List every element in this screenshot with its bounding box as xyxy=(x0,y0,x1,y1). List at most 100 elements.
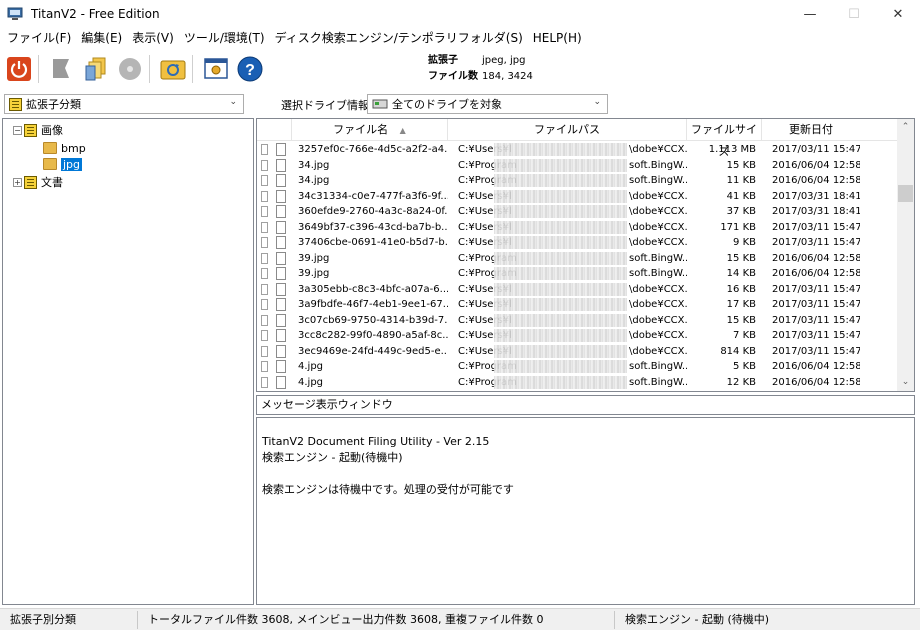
table-row[interactable]: 3257ef0c-766e-4d5c-a2f2-a4... C:¥Users¥l \… xyxy=(257,142,898,158)
status-engine: 検索エンジン - 起動 (待機中) xyxy=(625,612,770,626)
table-row[interactable]: 360efde9-2760-4a3c-8a24-0f... C:¥Users¥l \… xyxy=(257,204,898,220)
file-name: 3257ef0c-766e-4d5c-a2f2-a4... xyxy=(298,144,448,155)
file-name: 37406cbe-0691-41e0-b5d7-b... xyxy=(298,237,448,248)
file-size: 1.113 MB xyxy=(708,144,756,155)
table-row[interactable]: 4.jpg C:¥Program soft.BingW... 5 KB 2016/06/… xyxy=(257,359,898,375)
table-row[interactable]: 34.jpg C:¥Program soft.BingW... 11 KB 2016/0… xyxy=(257,173,898,189)
table-row[interactable]: 3c07cb69-9750-4314-b39d-7... C:¥Users¥l \d… xyxy=(257,313,898,329)
sort-ascending-icon: ▲ xyxy=(399,126,406,135)
checkbox-icon[interactable] xyxy=(257,189,276,205)
checkbox-icon[interactable] xyxy=(257,173,276,189)
column-header-icons[interactable] xyxy=(257,119,292,141)
file-date: 2017/03/11 15:47 xyxy=(772,144,860,155)
checkbox-icon[interactable] xyxy=(257,359,276,375)
file-date: 2016/06/04 12:58 xyxy=(772,159,860,171)
file-size: 7 KB xyxy=(733,330,756,341)
close-button[interactable]: ✕ xyxy=(876,0,920,28)
checkbox-icon[interactable] xyxy=(257,142,276,158)
collapse-icon[interactable]: − xyxy=(13,125,22,135)
file-path: C:¥Users¥l\dobe¥CCX... xyxy=(448,235,687,251)
bookmark-button[interactable] xyxy=(47,54,77,84)
scroll-thumb[interactable] xyxy=(898,185,913,202)
checkbox-icon[interactable] xyxy=(257,297,276,313)
file-stack-button[interactable] xyxy=(81,54,111,84)
file-size: 814 KB xyxy=(720,345,756,357)
table-row[interactable]: 3ec9469e-24fd-449c-9ed5-e... C:¥Users¥l \d… xyxy=(257,344,898,360)
menu-help[interactable]: HELP(H) xyxy=(528,28,587,48)
table-row[interactable]: 34.jpg C:¥Program soft.BingW... 15 KB 2016/0… xyxy=(257,158,898,174)
list-header: ファイル名 ▲ ファイルパス ファイルサイズ 更新日付 xyxy=(257,119,898,158)
menu-view[interactable]: 表示(V) xyxy=(127,28,179,48)
checkbox-icon[interactable] xyxy=(257,328,276,344)
column-header-path[interactable]: ファイルパス xyxy=(448,119,687,141)
table-row[interactable]: 3a305ebb-c8c3-4bfc-a07a-6... C:¥Users¥l \d… xyxy=(257,282,898,298)
tree-node-label: jpg xyxy=(61,157,83,171)
table-row[interactable]: 37406cbe-0691-41e0-b5d7-b... C:¥Users¥l \d… xyxy=(257,235,898,251)
tree-node-bmp[interactable]: bmp xyxy=(43,140,86,156)
scroll-up-icon[interactable]: ⌃ xyxy=(897,119,914,136)
tree-node-jpg[interactable]: jpg xyxy=(43,156,83,172)
refresh-folder-button[interactable] xyxy=(158,54,188,84)
file-path: C:¥Program soft.BingW... xyxy=(448,375,687,391)
file-stack-icon xyxy=(85,57,106,81)
checkbox-icon[interactable] xyxy=(257,282,276,298)
tree-node-documents[interactable]: + 文書 xyxy=(13,174,63,190)
file-size: 41 KB xyxy=(726,190,756,202)
document-icon xyxy=(276,204,292,220)
checkbox-icon[interactable] xyxy=(257,266,276,282)
checkbox-icon[interactable] xyxy=(257,251,276,267)
checkbox-icon[interactable] xyxy=(257,204,276,220)
menu-disk-search[interactable]: ディスク検索エンジン/テンポラリフォルダ(S) xyxy=(270,28,528,48)
table-row[interactable]: 34c31334-c0e7-477f-a3f6-9f... C:¥Users¥l \… xyxy=(257,189,898,205)
scroll-down-icon[interactable]: ⌄ xyxy=(897,374,914,391)
checkbox-icon[interactable] xyxy=(257,235,276,251)
drive-select[interactable]: 全てのドライブを対象 ⌄ xyxy=(367,94,608,114)
checkbox-icon[interactable] xyxy=(257,158,276,174)
list-rows: 3257ef0c-766e-4d5c-a2f2-a4... C:¥Users¥l \… xyxy=(257,142,898,390)
table-row[interactable]: 3a9fbdfe-46f7-4eb1-9ee1-67... C:¥Users¥l \… xyxy=(257,297,898,313)
file-name: 39.jpg xyxy=(298,252,330,264)
column-header-name-label: ファイル名 xyxy=(333,123,389,136)
classification-select[interactable]: 拡張子分類 ⌄ xyxy=(4,94,244,114)
category-icon xyxy=(9,97,22,111)
settings-window-button[interactable] xyxy=(201,54,231,84)
menu-tools[interactable]: ツール/環境(T) xyxy=(179,28,270,48)
power-button[interactable] xyxy=(4,54,34,84)
help-button[interactable]: ? xyxy=(235,54,265,84)
document-icon xyxy=(276,313,292,329)
file-list: ファイル名 ▲ ファイルパス ファイルサイズ 更新日付 3257ef0c-766… xyxy=(256,118,915,392)
column-header-size[interactable]: ファイルサイズ xyxy=(687,119,762,158)
table-row[interactable]: 4.jpg C:¥Program soft.BingW... 12 KB 2016/06… xyxy=(257,375,898,391)
bookmark-icon xyxy=(53,59,69,78)
expand-icon[interactable]: + xyxy=(13,177,22,187)
refresh-folder-icon xyxy=(160,60,186,80)
column-header-date[interactable]: 更新日付 xyxy=(762,119,860,141)
vertical-scrollbar[interactable]: ⌃ ⌄ xyxy=(897,119,914,391)
redacted-path-segment xyxy=(494,158,627,172)
document-icon xyxy=(276,173,292,189)
power-icon xyxy=(7,57,31,81)
tree-node-images[interactable]: − 画像 xyxy=(13,122,63,138)
checkbox-icon[interactable] xyxy=(257,344,276,360)
file-count-value: 184, 3424 xyxy=(482,70,533,82)
checkbox-icon[interactable] xyxy=(257,313,276,329)
checkbox-icon[interactable] xyxy=(257,375,276,391)
redacted-path-segment xyxy=(494,344,627,358)
file-date: 2017/03/11 15:47 xyxy=(772,314,860,326)
disc-button[interactable] xyxy=(115,54,145,84)
file-path-tail: soft.BingW... xyxy=(629,175,687,186)
file-size: 11 KB xyxy=(726,175,756,186)
column-header-name[interactable]: ファイル名 ▲ xyxy=(292,119,448,141)
table-row[interactable]: 3649bf37-c396-43cd-ba7b-b... C:¥Users¥l \d… xyxy=(257,220,898,236)
table-row[interactable]: 39.jpg C:¥Program soft.BingW... 15 KB 2016/0… xyxy=(257,251,898,267)
minimize-button[interactable]: — xyxy=(788,0,832,28)
file-date: 2016/06/04 12:58 xyxy=(772,252,860,264)
checkbox-icon[interactable] xyxy=(257,220,276,236)
maximize-button[interactable]: ☐ xyxy=(832,0,876,28)
menu-edit[interactable]: 編集(E) xyxy=(76,28,127,48)
menu-file[interactable]: ファイル(F) xyxy=(2,28,76,48)
table-row[interactable]: 39.jpg C:¥Program soft.BingW... 14 KB 2016/0… xyxy=(257,266,898,282)
file-name: 4.jpg xyxy=(298,361,324,372)
table-row[interactable]: 3cc8c282-99f0-4890-a5af-8c... C:¥Users¥l \… xyxy=(257,328,898,344)
file-date: 2017/03/31 18:41 xyxy=(772,190,860,202)
